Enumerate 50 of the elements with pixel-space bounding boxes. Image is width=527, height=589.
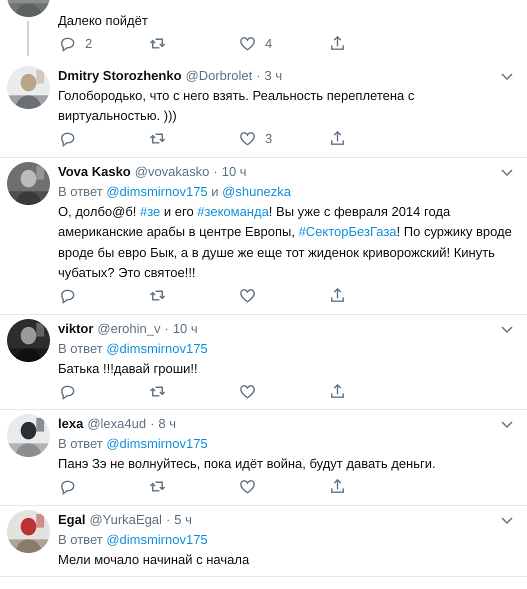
user-handle[interactable]: @erohin_v [97, 318, 160, 338]
mention-link[interactable]: @dimsmirnov175 [106, 340, 208, 356]
separator-dot: · [166, 510, 170, 528]
user-name[interactable]: Vova Kasko [58, 162, 131, 182]
tweet-text: О, долбо@б! #зе и его #зекоманда! Вы уже с февраля 2014 года американские арабы в центре Европы, #СекторБезГаза! По суржику вроде вроде бы евро Бык, а в душе же еще тот жиденок криворожский! Кинуть чубатых? Это святое!!! [58, 202, 513, 282]
user-name[interactable]: Dmitry Storozhenko [58, 66, 182, 86]
tweet-text: Панэ Зэ не волнуйтесь, пока идёт война, будут давать деньги. [58, 455, 437, 473]
tweet-time[interactable]: 10 ч [172, 318, 198, 338]
tweet-time[interactable]: 3 ч [264, 66, 282, 86]
hashtag-link[interactable]: #зе [140, 204, 160, 218]
user-name[interactable]: lexa [58, 414, 84, 434]
share-icon [328, 286, 347, 305]
mention-link[interactable]: @dimsmirnov175 [106, 184, 208, 198]
separator-dot: · [256, 66, 261, 84]
user-name[interactable]: Egal [58, 510, 86, 530]
tweet-text: Батька !!!давай гроши!! [58, 360, 199, 378]
mention-link[interactable]: @dimsmirnov175 [106, 532, 208, 546]
heart-icon [238, 477, 257, 496]
tweet-text: Далеко пойдёт [58, 12, 149, 30]
share-icon [328, 129, 347, 148]
separator-dot: · [213, 162, 218, 180]
like-button[interactable]: 4 [238, 34, 328, 54]
reply-button[interactable]: 2 [58, 34, 148, 54]
share-icon [328, 34, 347, 53]
user-handle[interactable]: @lexa4ud [87, 414, 146, 434]
hashtag-link[interactable]: #зекоманда [197, 204, 269, 218]
tweet-time[interactable]: 10 ч [222, 162, 247, 182]
user-handle[interactable]: @Dorbrolet [186, 66, 252, 86]
heart-icon [238, 286, 257, 305]
separator-dot: · [164, 320, 169, 338]
mention-link[interactable]: @dimsmirnov175 [106, 436, 208, 451]
reply-line: В ответ @dimsmirnov175 и @shunezka [58, 182, 292, 200]
tweet-text: Мели мочало начинай с начала [58, 550, 250, 568]
user-handle[interactable]: @vovakasko [134, 162, 210, 182]
share-icon [328, 477, 347, 496]
like-button[interactable]: 3 [238, 128, 328, 148]
tweet-text: Голобородько, что с него взять. Реальность переплетена с виртуальностью. ))) [58, 86, 416, 125]
user-handle[interactable]: @YurkaEgal [89, 510, 162, 530]
share-icon [328, 382, 347, 400]
heart-icon [238, 129, 257, 148]
tweet-time[interactable]: 5 ч [174, 510, 192, 530]
reply-line: В ответ @dimsmirnov175 [58, 435, 209, 453]
user-name[interactable]: viktor [58, 318, 94, 338]
separator-dot: · [150, 415, 154, 433]
tweet-time[interactable]: 8 ч [158, 414, 176, 434]
mention-link[interactable]: @shunezka [222, 184, 292, 198]
hashtag-link[interactable]: #СекторБезГаза [298, 224, 397, 239]
reply-line: В ответ @dimsmirnov175 [58, 530, 209, 548]
heart-icon [238, 34, 257, 53]
reply-line: В ответ @dimsmirnov175 [58, 340, 209, 358]
